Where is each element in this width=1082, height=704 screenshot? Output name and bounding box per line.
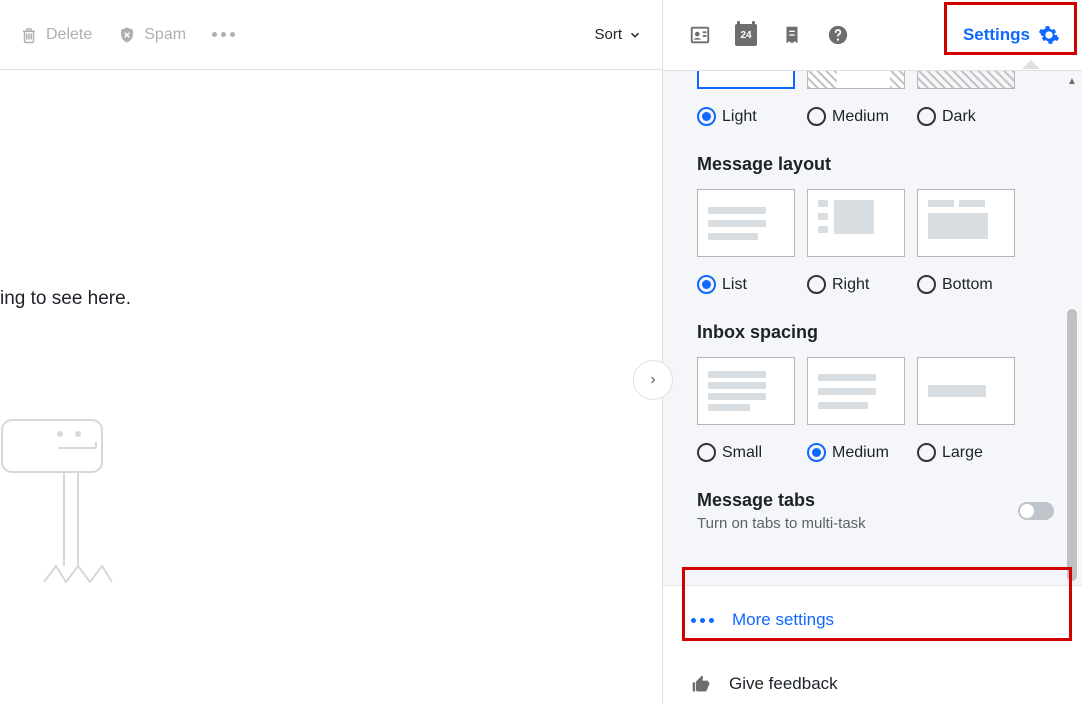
scrollbar: ▲ ▼ — [1064, 77, 1080, 585]
layout-option-bottom[interactable]: Bottom — [917, 275, 1015, 294]
toolbar-left-group: Delete Spam — [20, 26, 235, 44]
spam-label: Spam — [144, 26, 186, 44]
inbox-spacing-radio-row: Small Medium Large — [697, 443, 1054, 462]
message-tabs-subtitle: Turn on tabs to multi-task — [697, 515, 866, 532]
gear-icon — [1038, 24, 1060, 46]
inbox-spacing-section: Inbox spacing Small Med — [697, 322, 1054, 462]
settings-button[interactable]: Settings — [957, 20, 1066, 50]
spacing-option-medium[interactable]: Medium — [807, 443, 905, 462]
more-settings-label: More settings — [732, 610, 834, 630]
message-tabs-section: Message tabs Turn on tabs to multi-task — [697, 490, 1054, 532]
mailbox-illustration — [0, 416, 130, 596]
spacing-option-label: Medium — [832, 444, 889, 462]
theme-thumb-dark[interactable] — [917, 71, 1015, 89]
layout-option-label: Right — [832, 276, 869, 294]
calendar-icon[interactable]: 24 — [735, 24, 757, 46]
inbox-spacing-title: Inbox spacing — [697, 322, 1054, 343]
theme-thumb-medium[interactable] — [807, 71, 905, 89]
layout-option-right[interactable]: Right — [807, 275, 905, 294]
delete-button[interactable]: Delete — [20, 26, 92, 44]
spacing-option-label: Small — [722, 444, 762, 462]
spacing-option-large[interactable]: Large — [917, 443, 1015, 462]
main-toolbar: Delete Spam Sort — [0, 0, 662, 70]
theme-thumb-light[interactable] — [697, 71, 795, 89]
message-layout-radio-row: List Right Bottom — [697, 275, 1054, 294]
inbox-spacing-thumbs — [697, 357, 1054, 425]
spacing-option-label: Large — [942, 444, 983, 462]
theme-option-label: Light — [722, 108, 757, 126]
layout-thumb-bottom[interactable] — [917, 189, 1015, 257]
theme-option-label: Dark — [942, 108, 976, 126]
layout-option-label: List — [722, 276, 747, 294]
more-settings-button[interactable]: More settings — [663, 586, 1082, 654]
layout-thumb-list[interactable] — [697, 189, 795, 257]
spacing-thumb-large[interactable] — [917, 357, 1015, 425]
theme-option-medium[interactable]: Medium — [807, 107, 905, 126]
sort-label: Sort — [594, 26, 622, 43]
give-feedback-button[interactable]: Give feedback — [663, 654, 1082, 704]
spacing-option-small[interactable]: Small — [697, 443, 795, 462]
trash-icon — [20, 26, 38, 44]
ellipsis-icon — [212, 32, 235, 37]
shield-x-icon — [118, 26, 136, 44]
theme-option-label: Medium — [832, 108, 889, 126]
give-feedback-label: Give feedback — [729, 674, 838, 694]
theme-radio-row: Light Medium Dark — [697, 107, 1054, 126]
chevron-down-icon — [628, 28, 642, 42]
delete-label: Delete — [46, 26, 92, 44]
help-icon[interactable] — [827, 24, 849, 46]
message-tabs-toggle[interactable] — [1018, 502, 1054, 520]
ellipsis-icon — [691, 618, 714, 623]
scroll-thumb[interactable] — [1067, 309, 1077, 581]
message-layout-section: Message layout — [697, 154, 1054, 294]
thumbs-up-icon — [691, 674, 711, 694]
calendar-day-number: 24 — [740, 30, 751, 41]
settings-body: ▲ ▼ Light Medium Dark Mes — [663, 70, 1082, 585]
theme-option-dark[interactable]: Dark — [917, 107, 1015, 126]
layout-thumb-right[interactable] — [807, 189, 905, 257]
message-layout-thumbs — [697, 189, 1054, 257]
settings-panel: 24 Settings ▲ ▼ Light Medium — [662, 0, 1082, 704]
scroll-up-arrow[interactable]: ▲ — [1067, 77, 1077, 87]
chevron-right-icon — [647, 374, 659, 386]
notepad-icon[interactable] — [781, 24, 803, 46]
contacts-icon[interactable] — [689, 24, 711, 46]
empty-message: ing to see here. — [0, 288, 131, 310]
more-actions-button[interactable] — [212, 32, 235, 37]
settings-footer: More settings Give feedback — [663, 585, 1082, 704]
empty-mailbox-area: ing to see here. — [0, 70, 662, 704]
settings-label: Settings — [963, 25, 1030, 45]
message-layout-title: Message layout — [697, 154, 1054, 175]
settings-header: 24 Settings — [663, 0, 1082, 70]
theme-thumbnails — [697, 71, 1054, 89]
spacing-thumb-medium[interactable] — [807, 357, 905, 425]
spacing-thumb-small[interactable] — [697, 357, 795, 425]
message-tabs-title: Message tabs — [697, 490, 866, 511]
expand-chevron-button[interactable] — [633, 360, 673, 400]
spam-button[interactable]: Spam — [118, 26, 186, 44]
layout-option-list[interactable]: List — [697, 275, 795, 294]
layout-option-label: Bottom — [942, 276, 993, 294]
theme-option-light[interactable]: Light — [697, 107, 795, 126]
sort-button[interactable]: Sort — [594, 26, 642, 43]
